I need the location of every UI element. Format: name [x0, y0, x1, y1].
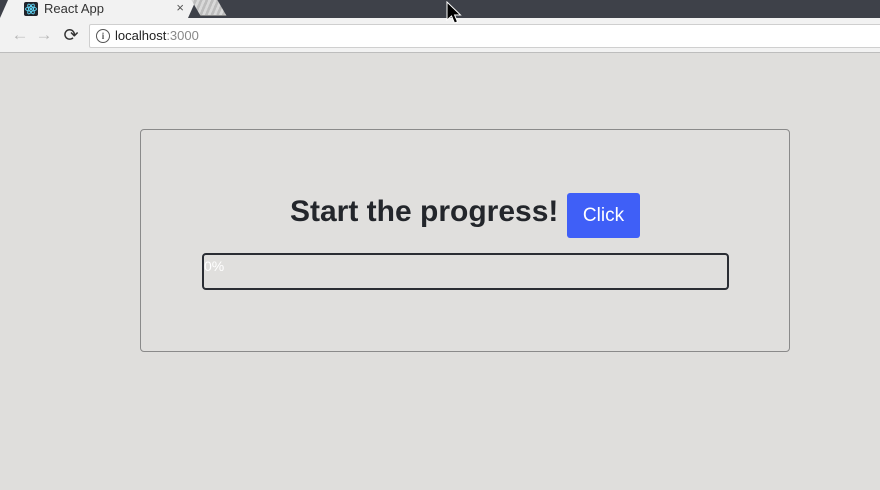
- back-arrow-icon[interactable]: ←: [11, 26, 29, 44]
- click-button[interactable]: Click: [567, 193, 640, 238]
- url-port: :3000: [166, 28, 199, 43]
- browser-toolbar: ← → ⟳ i localhost:3000: [0, 18, 880, 53]
- progress-bar: 0%: [202, 253, 729, 290]
- url-host: localhost: [115, 28, 167, 43]
- mouse-cursor-icon: [446, 1, 462, 24]
- tab-title: React App: [44, 1, 104, 16]
- browser-window: React App × ← → ⟳ i localhost:3000 Start…: [0, 0, 880, 490]
- info-icon[interactable]: i: [96, 29, 110, 43]
- url-text[interactable]: localhost:3000: [115, 28, 199, 44]
- tab-react-app[interactable]: React App ×: [0, 0, 196, 18]
- close-icon[interactable]: ×: [176, 0, 184, 16]
- forward-arrow-icon[interactable]: →: [35, 26, 53, 44]
- tab-strip: React App ×: [0, 0, 880, 18]
- page-title: Start the progress!: [290, 195, 559, 228]
- progress-card: Start the progress! Click 0%: [140, 129, 790, 352]
- address-bar[interactable]: i localhost:3000: [89, 24, 880, 48]
- react-icon: [24, 2, 38, 16]
- new-tab-button[interactable]: [191, 0, 227, 16]
- reload-icon[interactable]: ⟳: [62, 26, 80, 44]
- progress-label: 0%: [204, 258, 225, 274]
